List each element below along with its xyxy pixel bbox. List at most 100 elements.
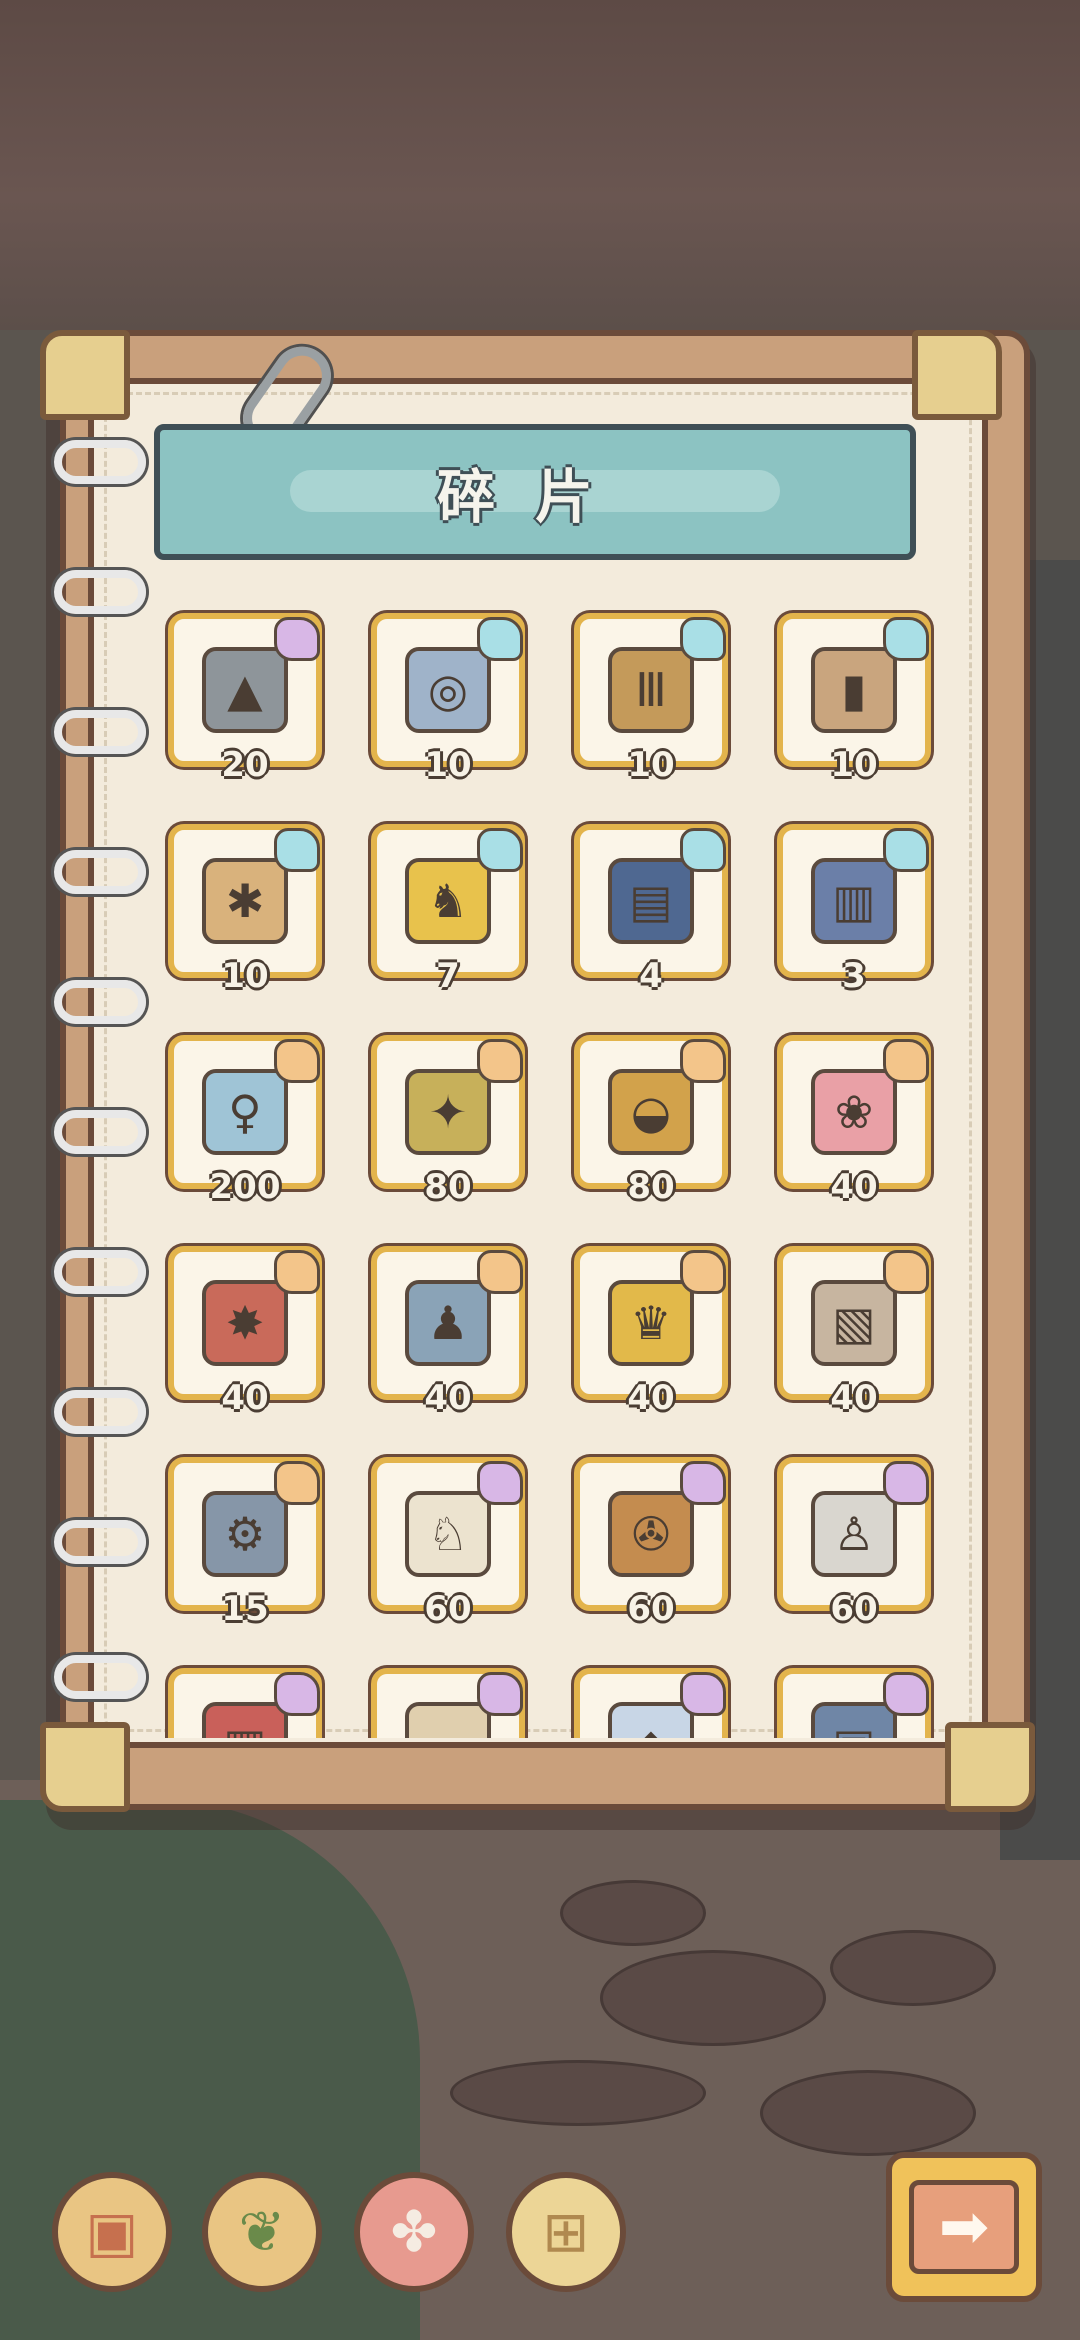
fragment-item[interactable]: ◆ [566, 1660, 736, 1738]
fragment-item[interactable]: ✸ 40 [160, 1238, 330, 1418]
fragment-card: ▮ [777, 613, 931, 767]
fragment-item[interactable]: ♘ 60 [363, 1449, 533, 1629]
fragment-item[interactable]: ⚙ 15 [160, 1449, 330, 1629]
pharaoh-mask-icon: ♛ [608, 1280, 694, 1366]
fragment-item[interactable]: ♀ 200 [160, 1027, 330, 1207]
puzzle-piece-icon [477, 828, 523, 872]
fragment-item[interactable]: Ⅲ 10 [566, 605, 736, 785]
puzzle-piece-icon [680, 828, 726, 872]
fragment-card: ❀ [777, 1035, 931, 1189]
fragment-item[interactable]: ♟ 40 [363, 1238, 533, 1418]
path-stone [560, 1880, 706, 1946]
background-wall [0, 0, 1080, 330]
genji-book-icon: ♀ [202, 1069, 288, 1155]
fragment-item[interactable]: ✱ 10 [160, 816, 330, 996]
puzzle-piece-icon [274, 1672, 320, 1716]
crystal-icon: ◆ [608, 1702, 694, 1738]
fragment-card: ✸ [168, 1246, 322, 1400]
puzzle-piece-icon [477, 1250, 523, 1294]
branch-button[interactable]: ❦ [202, 2172, 322, 2292]
puzzle-piece-icon [680, 1672, 726, 1716]
beetle-board-icon: ✱ [202, 858, 288, 944]
fragment-card: ▥ [777, 824, 931, 978]
fragment-item[interactable]: ▦ [160, 1660, 330, 1738]
fragment-count: 80 [627, 1167, 675, 1207]
fragment-card: ✇ [574, 1457, 728, 1611]
fragment-item[interactable]: ❀ 40 [769, 1027, 939, 1207]
puzzle-piece-icon [680, 1039, 726, 1083]
puzzle-piece-icon [883, 1250, 929, 1294]
fragment-item[interactable]: ▮ 10 [769, 605, 939, 785]
fragment-grid[interactable]: ▲ 20 ◎ 10 Ⅲ 10 ▮ 10 ✱ 10 ♞ 7 ▤ 4 ▥ 3 ♀ 200 ✦ 80 ◒ 80 ❀ 40 ✸ 40 ♟ 40… [150, 595, 940, 1738]
fragment-count: 20 [221, 745, 269, 785]
puzzle-piece-icon [883, 617, 929, 661]
fragment-card: ♘ [371, 1457, 525, 1611]
fragment-count: 80 [424, 1167, 472, 1207]
puzzle-piece-icon [477, 1672, 523, 1716]
fragment-count: 4 [639, 956, 663, 996]
fragment-count: 10 [627, 745, 675, 785]
chest-button[interactable]: ⊞ [506, 2172, 626, 2292]
binder-ring [54, 1520, 146, 1564]
stone-tablet-icon: ▲ [202, 647, 288, 733]
fragment-item[interactable]: ✦ 80 [363, 1027, 533, 1207]
fragment-item[interactable]: ▤ 4 [566, 816, 736, 996]
bearded-figure-icon: ♟ [405, 1280, 491, 1366]
next-button[interactable]: ➡ [886, 2152, 1042, 2302]
puzzle-piece-icon [680, 617, 726, 661]
brain-icon: ❀ [811, 1069, 897, 1155]
backpack-button[interactable]: ▣ [52, 2172, 172, 2292]
fragment-item[interactable]: ♙ 60 [769, 1449, 939, 1629]
fragment-count: 15 [221, 1589, 269, 1629]
robot-parts-icon: ⚙ [202, 1491, 288, 1577]
binder-ring [54, 850, 146, 894]
page-title: 碎片 [436, 463, 633, 531]
binder-ring [54, 570, 146, 614]
fragment-card: ▲ [168, 613, 322, 767]
puzzle-piece-icon [680, 1461, 726, 1505]
puzzle-button[interactable]: ✤ [354, 2172, 474, 2292]
fragment-item[interactable]: ♞ 7 [363, 816, 533, 996]
loom-icon: Ⅲ [608, 647, 694, 733]
binder-ring [54, 710, 146, 754]
astrolabe-icon: ◎ [405, 647, 491, 733]
fragment-item[interactable]: ▥ 3 [769, 816, 939, 996]
fragment-item[interactable]: ◎ 10 [363, 605, 533, 785]
fragment-card: ♀ [168, 1035, 322, 1189]
fragment-item[interactable]: ▣ [769, 1660, 939, 1738]
fragment-count: 40 [830, 1167, 878, 1207]
fragment-count: 10 [221, 956, 269, 996]
red-machine-icon: ✸ [202, 1280, 288, 1366]
arrow-right-icon: ➡ [909, 2180, 1019, 2274]
title-plate: 碎片 [154, 424, 916, 560]
corner-bracket [40, 330, 130, 420]
puzzle-piece-icon [883, 1039, 929, 1083]
fragment-count: 200 [209, 1167, 281, 1207]
ancient-book-icon: ▤ [608, 858, 694, 944]
fragment-card: ♙ [777, 1457, 931, 1611]
binder-ring [54, 1110, 146, 1154]
fragment-item[interactable]: ◒ 80 [566, 1027, 736, 1207]
open-book-icon: ▭ [405, 1702, 491, 1738]
corner-bracket [40, 1722, 130, 1812]
fragment-card: ◒ [574, 1035, 728, 1189]
fragment-card: ♛ [574, 1246, 728, 1400]
fragment-count: 60 [830, 1589, 878, 1629]
fragment-item[interactable]: ✇ 60 [566, 1449, 736, 1629]
fragment-item[interactable]: ▭ [363, 1660, 533, 1738]
puzzle-piece-icon [680, 1250, 726, 1294]
fragment-count: 10 [424, 745, 472, 785]
blue-box-icon: ▣ [811, 1702, 897, 1738]
puzzle-piece-icon [274, 1461, 320, 1505]
puzzle-piece-icon [883, 828, 929, 872]
fragment-card: ◆ [574, 1668, 728, 1738]
fragment-item[interactable]: ▲ 20 [160, 605, 330, 785]
fragment-card: ◎ [371, 613, 525, 767]
puzzle-piece-icon [274, 617, 320, 661]
fragment-item[interactable]: ♛ 40 [566, 1238, 736, 1418]
scarab-beetle-icon: ✦ [405, 1069, 491, 1155]
puzzle-piece-icon [883, 1461, 929, 1505]
fragment-item[interactable]: ▧ 40 [769, 1238, 939, 1418]
fragment-card: ♟ [371, 1246, 525, 1400]
fragment-count: 40 [830, 1378, 878, 1418]
